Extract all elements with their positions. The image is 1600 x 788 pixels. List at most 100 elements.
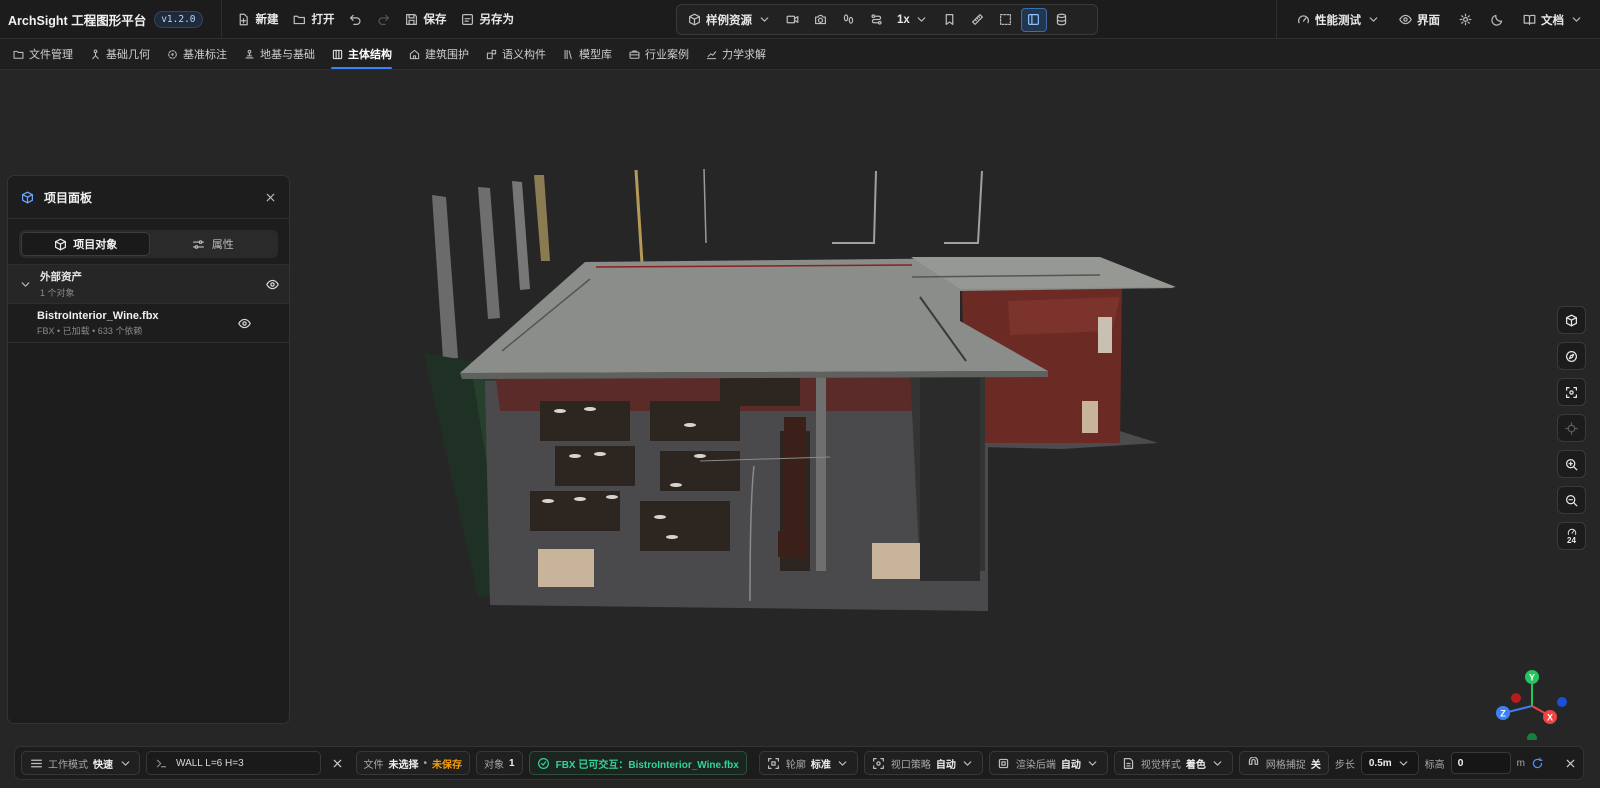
asset-item[interactable]: BistroInterior_Wine.fbx FBX • 已加载 • 633 … <box>8 304 289 343</box>
new-button[interactable]: 新建 <box>230 6 286 32</box>
objects-value: 1 <box>509 757 515 769</box>
fps-meter-button[interactable]: 24 <box>1557 522 1586 550</box>
step-label: 步长 <box>1334 759 1355 771</box>
view-cube-button[interactable] <box>1557 306 1586 334</box>
right-toolbar: 性能测试 界面 文档 <box>1276 0 1600 39</box>
ui-button[interactable]: 界面 <box>1391 7 1447 33</box>
unsaved-label: 未保存 <box>432 759 463 771</box>
foundation-icon <box>243 48 255 60</box>
moon-icon <box>1490 13 1504 27</box>
tab-project-objects[interactable]: 项目对象 <box>21 232 150 256</box>
redo-button[interactable] <box>370 6 398 32</box>
sliders-icon <box>192 237 206 251</box>
tab-label: 地基与基础 <box>260 49 315 61</box>
chevron-down-icon <box>961 756 975 770</box>
speed-dropdown[interactable]: 1x <box>891 7 935 33</box>
save-button[interactable]: 保存 <box>398 6 454 32</box>
settings-button[interactable] <box>1451 7 1479 33</box>
measure-button[interactable] <box>965 8 991 32</box>
tab-semantic-components[interactable]: 语义构件 <box>477 39 554 70</box>
viewport-strategy-dropdown[interactable]: 视口策略 自动 <box>863 751 983 775</box>
render-backend-dropdown[interactable]: 渲染后端 自动 <box>988 751 1108 775</box>
scene-column <box>534 175 550 261</box>
save-as-button[interactable]: 另存为 <box>454 6 522 32</box>
book-icon <box>1522 13 1536 27</box>
tab-industry-cases[interactable]: 行业案例 <box>620 39 697 70</box>
scene-partition <box>816 371 826 571</box>
panel-toggle-button[interactable] <box>1020 7 1047 32</box>
path-button[interactable] <box>863 8 889 32</box>
chevron-down-icon[interactable] <box>18 277 32 291</box>
command-input[interactable] <box>176 757 313 769</box>
zoom-in-button[interactable] <box>1557 450 1586 478</box>
cube-icon <box>687 13 701 27</box>
tab-basic-geometry[interactable]: 基础几何 <box>81 39 158 70</box>
reset-icon[interactable] <box>1531 756 1544 770</box>
group-count: 1 个对象 <box>40 288 75 298</box>
scene-column <box>512 181 530 290</box>
bookmark-button[interactable] <box>937 8 963 32</box>
tab-foundation[interactable]: 地基与基础 <box>235 39 323 70</box>
folder-open-icon <box>293 12 307 26</box>
clear-command-icon[interactable] <box>331 756 344 770</box>
theme-toggle-button[interactable] <box>1483 7 1511 33</box>
tab-label: 模型库 <box>579 49 612 61</box>
outline-dropdown[interactable]: 轮廓 标准 <box>758 751 858 775</box>
tab-building-envelope[interactable]: 建筑围护 <box>400 39 477 70</box>
chevron-down-icon <box>1086 756 1100 770</box>
tab-model-library[interactable]: 模型库 <box>554 39 620 70</box>
y-axis-label: Y <box>1529 673 1535 683</box>
scene-beam <box>703 168 707 244</box>
shapes-icon <box>89 48 101 60</box>
docs-dropdown[interactable]: 文档 <box>1515 7 1590 33</box>
compass-button[interactable] <box>1557 342 1586 370</box>
database-button[interactable] <box>1049 8 1075 32</box>
selection-box-icon <box>999 13 1013 27</box>
command-input-box[interactable] <box>146 751 321 775</box>
fbx-status-text: FBX 已可交互：BistroInterior_Wine.fbx <box>555 759 739 771</box>
asset-meta: FBX • 已加载 • 633 个依赖 <box>37 325 143 336</box>
perf-test-dropdown[interactable]: 性能测试 <box>1289 7 1387 33</box>
screenshot-button[interactable] <box>807 8 833 32</box>
locate-button[interactable] <box>1557 414 1586 442</box>
zoom-out-button[interactable] <box>1557 486 1586 514</box>
undo-button[interactable] <box>342 6 370 32</box>
check-circle-icon <box>537 756 551 770</box>
walk-button[interactable] <box>835 8 861 32</box>
outline-icon <box>767 756 781 770</box>
z-axis-label: Z <box>1500 709 1506 719</box>
samples-dropdown[interactable]: 样例资源 <box>681 7 777 33</box>
tab-main-structure[interactable]: 主体结构 <box>323 39 400 70</box>
tab-file-management[interactable]: 文件管理 <box>4 39 81 70</box>
folder-icon <box>12 48 24 60</box>
step-select[interactable]: 0.5m <box>1360 751 1419 775</box>
redo-icon <box>377 12 391 26</box>
close-icon[interactable] <box>263 190 277 204</box>
elevation-input[interactable] <box>1450 752 1511 774</box>
panel-header: 项目面板 <box>8 176 289 219</box>
scene-column <box>478 187 500 319</box>
grid-snap-toggle[interactable]: 网格捕捉 关 <box>1238 751 1329 775</box>
eye-icon[interactable] <box>265 277 279 291</box>
tab-properties[interactable]: 属性 <box>150 232 277 256</box>
tab-mechanics-solver[interactable]: 力学求解 <box>697 39 774 70</box>
visual-label: 视觉样式 <box>1140 759 1181 771</box>
record-video-button[interactable] <box>779 8 805 32</box>
tab-datum-annotation[interactable]: 基准标注 <box>158 39 235 70</box>
work-mode-value: 快速 <box>93 759 113 771</box>
visual-style-dropdown[interactable]: 视觉样式 着色 <box>1113 751 1233 775</box>
close-icon[interactable] <box>1564 756 1577 770</box>
project-panel: 项目面板 项目对象 属性 外部资产 1 个对象 BistroInterior_W… <box>7 175 290 724</box>
open-button[interactable]: 打开 <box>286 6 342 32</box>
axis-gizmo[interactable]: Y X Z <box>1490 668 1570 740</box>
focus-button[interactable] <box>1557 378 1586 406</box>
chevron-down-icon <box>915 13 929 27</box>
box-select-button[interactable] <box>993 8 1019 32</box>
eye-icon[interactable] <box>237 316 251 330</box>
new-label: 新建 <box>255 14 279 26</box>
asset-group-row[interactable]: 外部资产 1 个对象 <box>8 264 289 304</box>
elevation-unit: m <box>1516 757 1525 769</box>
perf-label: 性能测试 <box>1315 14 1361 27</box>
work-mode-dropdown[interactable]: 工作模式 快速 <box>21 751 140 775</box>
neg-y-handle <box>1527 733 1537 740</box>
